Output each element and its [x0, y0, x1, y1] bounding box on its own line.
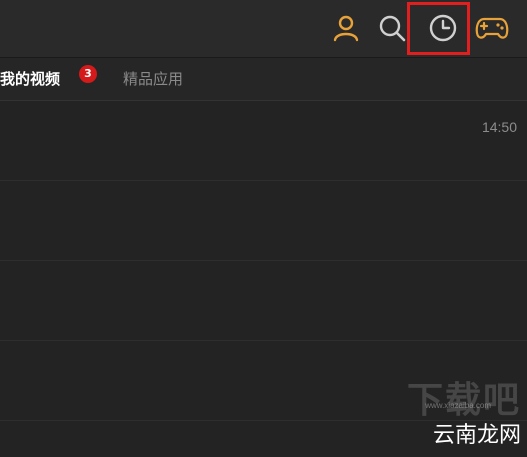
tab-my-videos[interactable]: 我的视频: [0, 66, 60, 92]
tab-bar: 我的视频 精品应用: [0, 58, 527, 101]
gamepad-icon[interactable]: [472, 8, 512, 48]
tab-featured-apps[interactable]: 精品应用: [123, 66, 183, 92]
watermark-brand: 云南龙网: [432, 423, 521, 448]
user-icon[interactable]: [326, 8, 366, 48]
search-icon[interactable]: [372, 8, 412, 48]
list-item[interactable]: [0, 261, 527, 341]
top-toolbar: [0, 0, 527, 58]
list-item[interactable]: 14:50: [0, 101, 527, 181]
list-item[interactable]: [0, 181, 527, 261]
history-list: 14:50: [0, 101, 527, 421]
notification-badge: 3: [79, 65, 97, 83]
watermark: 下载吧 www.xiazaiba.com 云南龙网: [407, 381, 521, 449]
watermark-url: www.xiazaiba.com: [425, 401, 491, 410]
item-time: 14:50: [481, 119, 517, 135]
highlight-box: [407, 2, 470, 55]
app-window: 我的视频 精品应用 3 14:50 下载吧 www.xiazaiba.com 云…: [0, 0, 527, 457]
